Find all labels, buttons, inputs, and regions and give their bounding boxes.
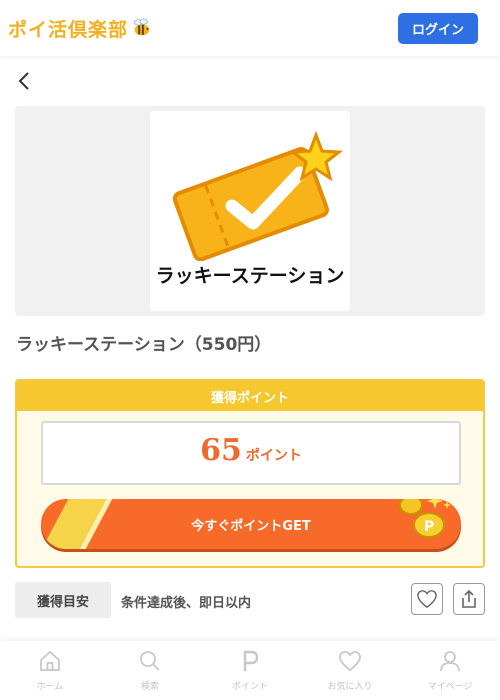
chevron-left-icon [18, 72, 29, 90]
offer-logo-image: ラッキーステーション [150, 111, 350, 311]
bottom-tab-bar: ホーム 検索 ポイント お気に入り マイページ [0, 641, 500, 700]
points-value-box: 65 ポイント [41, 421, 461, 485]
tab-home[interactable]: ホーム [0, 641, 100, 700]
back-button[interactable] [14, 70, 34, 92]
tab-mypage[interactable]: マイページ [400, 641, 500, 700]
search-icon [140, 651, 160, 671]
estimate-row: 獲得目安 条件達成後、即日以内 [15, 582, 485, 618]
button-stripe [41, 499, 110, 549]
top-header: ポイ活倶楽部 ログイン [0, 0, 500, 56]
points-panel: 獲得ポイント 65 ポイント 今すぐポイントGET P [15, 379, 485, 568]
point-icon [243, 650, 259, 671]
ticket-check-icon [172, 130, 344, 261]
points-heading: 獲得ポイント [17, 381, 483, 411]
get-points-button[interactable]: 今すぐポイントGET P [41, 499, 461, 549]
offer-title: ラッキーステーション（550円） [16, 335, 272, 355]
home-icon [40, 650, 60, 671]
tab-label: お気に入り [327, 682, 373, 692]
share-button[interactable] [453, 583, 485, 615]
get-points-label: 今すぐポイントGET [191, 518, 311, 534]
person-icon [440, 651, 460, 672]
tab-label: 検索 [140, 682, 159, 692]
favorite-button[interactable] [411, 583, 443, 615]
heart-icon [417, 590, 437, 609]
bee-icon [134, 18, 150, 36]
tab-search[interactable]: 検索 [100, 641, 200, 700]
offer-logo-caption: ラッキーステーション [155, 265, 345, 287]
tab-label: ホーム [36, 682, 64, 692]
tab-favorites[interactable]: お気に入り [300, 641, 400, 700]
logo-text: ポイ活倶楽部 [8, 18, 129, 41]
tab-points[interactable]: ポイント [200, 641, 300, 700]
coins-icon: P [399, 499, 451, 538]
estimate-text: 条件達成後、即日以内 [121, 596, 252, 611]
login-button[interactable]: ログイン [398, 12, 478, 44]
tab-label: マイページ [427, 682, 473, 692]
estimate-tag: 獲得目安 [15, 582, 111, 618]
points-value: 65 [200, 433, 242, 468]
points-unit: ポイント [245, 448, 302, 464]
svg-text:P: P [424, 519, 434, 535]
share-icon [462, 589, 476, 608]
site-logo[interactable]: ポイ活倶楽部 [8, 15, 152, 42]
offer-image-area: ラッキーステーション [15, 106, 485, 316]
heart-icon [339, 651, 361, 672]
tab-label: ポイント [231, 682, 268, 692]
